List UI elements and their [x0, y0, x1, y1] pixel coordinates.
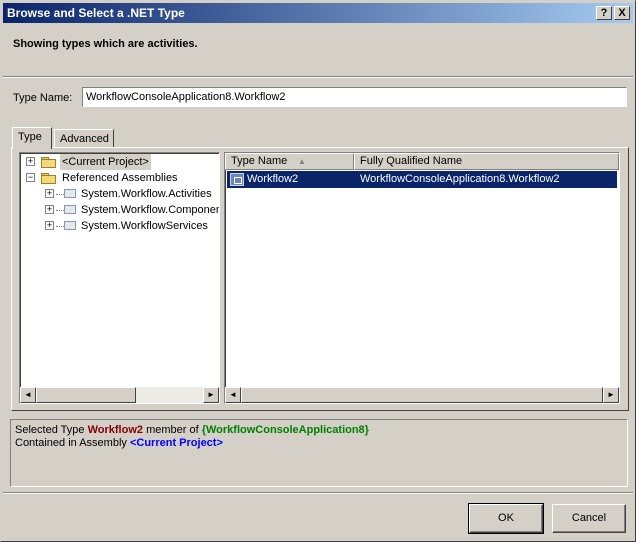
arrow-right-icon: ►: [607, 390, 615, 399]
close-icon: X: [618, 7, 626, 19]
contained-in-line: Contained in Assembly <Current Project>: [15, 437, 223, 449]
tab-type-label: Type: [18, 131, 42, 143]
tree-item-label: System.WorkflowServices: [81, 220, 208, 232]
selection-info-panel: Selected Type Workflow2 member of {Workf…: [10, 419, 628, 487]
column-header-label: Fully Qualified Name: [360, 155, 463, 167]
folder-icon: [41, 172, 57, 184]
tree-connector: [56, 194, 64, 195]
tree-horizontal-scrollbar[interactable]: ◄ ►: [20, 387, 219, 403]
scroll-thumb[interactable]: [36, 387, 136, 403]
assembly-icon: [64, 205, 76, 214]
header-divider: [3, 76, 633, 78]
tree-item-referenced-assemblies[interactable]: − Referenced Assemblies: [20, 170, 219, 186]
tree-item-label: System.Workflow.ComponentModel: [81, 204, 219, 216]
tree-item-current-project[interactable]: + <Current Project>: [20, 154, 219, 170]
selected-namespace: {WorkflowConsoleApplication8}: [201, 424, 369, 436]
expand-icon[interactable]: +: [45, 205, 54, 214]
cell-fully-qualified-name: WorkflowConsoleApplication8.Workflow2: [360, 173, 560, 185]
arrow-right-icon: ►: [207, 390, 215, 399]
column-header-type-name[interactable]: Type Name ▲: [225, 153, 354, 170]
type-name-label: Type Name:: [13, 92, 73, 104]
column-header-label: Type Name: [231, 155, 288, 167]
cell-type-name: Workflow2: [247, 173, 299, 185]
title-bar[interactable]: Browse and Select a .NET Type ? X: [3, 3, 633, 23]
help-icon: ?: [600, 7, 608, 19]
assembly-icon: [64, 221, 76, 230]
tree-connector: [56, 226, 64, 227]
tree-item-system-workflowservices[interactable]: + System.WorkflowServices: [20, 218, 219, 234]
table-row[interactable]: Workflow2 WorkflowConsoleApplication8.Wo…: [227, 171, 617, 188]
selected-assembly: <Current Project>: [129, 437, 223, 449]
tree-item-system-workflow-activities[interactable]: + System.Workflow.Activities: [20, 186, 219, 202]
selected-type-line: Selected Type Workflow2 member of {Workf…: [15, 424, 369, 436]
column-header-fully-qualified-name[interactable]: Fully Qualified Name: [354, 153, 619, 170]
type-list[interactable]: Type Name ▲ Fully Qualified Name Workflo…: [224, 152, 620, 404]
project-folder-icon: [41, 156, 57, 168]
tree-item-label: <Current Project>: [60, 154, 151, 170]
window-title: Browse and Select a .NET Type: [7, 6, 185, 20]
cancel-button[interactable]: Cancel: [552, 504, 626, 533]
tree-item-label: Referenced Assemblies: [62, 172, 178, 184]
tree-item-system-workflow-componentmodel[interactable]: + System.Workflow.ComponentModel: [20, 202, 219, 218]
list-horizontal-scrollbar[interactable]: ◄ ►: [225, 387, 619, 403]
header-panel: Showing types which are activities.: [3, 23, 633, 77]
help-button[interactable]: ?: [596, 6, 612, 20]
assembly-icon: [64, 189, 76, 198]
expand-icon[interactable]: +: [45, 221, 54, 230]
footer-divider: [3, 492, 633, 494]
arrow-left-icon: ◄: [24, 390, 32, 399]
tab-advanced[interactable]: Advanced: [54, 129, 114, 149]
scroll-left-button[interactable]: ◄: [20, 387, 36, 403]
contained-in-text: Contained in Assembly: [15, 437, 127, 449]
tree-item-label: System.Workflow.Activities: [81, 188, 212, 200]
expand-icon[interactable]: +: [45, 189, 54, 198]
dialog-window: Browse and Select a .NET Type ? X Showin…: [0, 0, 636, 542]
tab-advanced-label: Advanced: [60, 133, 109, 145]
ok-button[interactable]: OK: [468, 503, 544, 534]
selected-type-prefix: Selected Type: [15, 424, 85, 436]
arrow-left-icon: ◄: [229, 390, 237, 399]
expand-icon[interactable]: +: [26, 157, 35, 166]
scroll-right-button[interactable]: ►: [203, 387, 219, 403]
collapse-icon[interactable]: −: [26, 173, 35, 182]
namespace-tree[interactable]: + <Current Project> − Referenced Assembl…: [19, 152, 220, 404]
scroll-right-button[interactable]: ►: [603, 387, 619, 403]
workflow-type-icon: [230, 173, 244, 186]
scroll-thumb[interactable]: [241, 387, 603, 403]
tree-connector: [56, 210, 64, 211]
close-button[interactable]: X: [614, 6, 630, 20]
header-text: Showing types which are activities.: [13, 38, 198, 50]
selected-type-name: Workflow2: [87, 424, 143, 436]
member-of-text: member of: [146, 424, 199, 436]
tab-type[interactable]: Type: [12, 127, 52, 149]
type-name-input[interactable]: [82, 87, 627, 107]
sort-ascending-icon: ▲: [298, 157, 306, 166]
scroll-left-button[interactable]: ◄: [225, 387, 241, 403]
